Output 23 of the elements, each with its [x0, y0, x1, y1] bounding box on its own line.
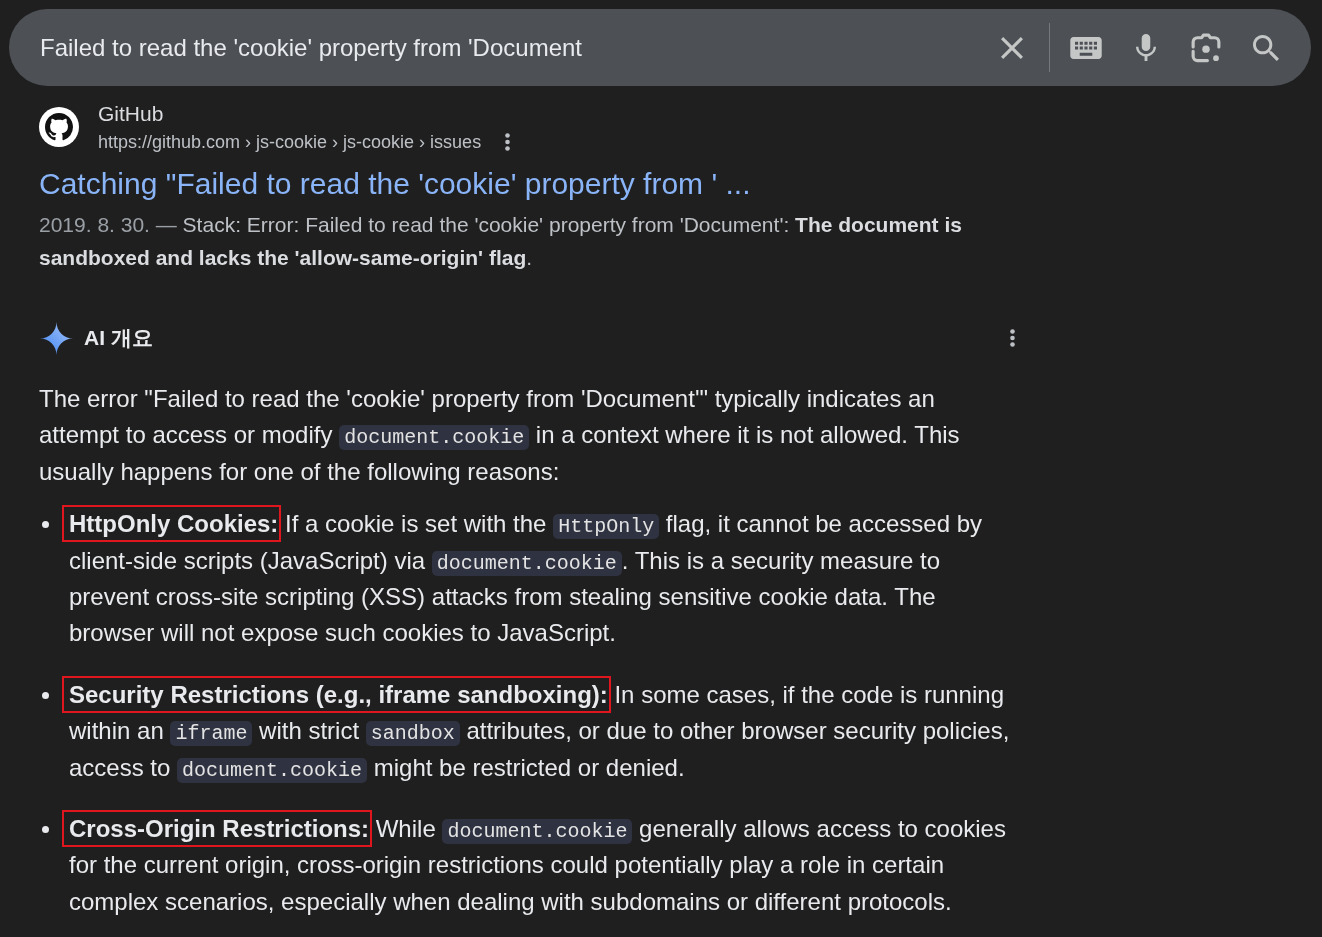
result-snippet: 2019. 8. 30. — Stack: Error: Failed to read the 'cookie' property from 'Document': The document is sandboxed and lacks the 'allow-same-origin' flag. [39, 212, 963, 271]
sparkle-icon [40, 321, 73, 355]
search-field[interactable]: Failed to read the 'cookie' property from 'Document [40, 30, 982, 65]
bullet-icon [42, 520, 49, 528]
close-icon[interactable] [1001, 36, 1023, 59]
ai-overview-heading: AI 개요 [84, 325, 153, 351]
list-item-text: Cross-Origin Restrictions: While document.cookie generally allows access to cookies for the current origin, cross-origin restrictions could potentially play a role in certain complex scenarios, especially when dealing with subdomains or different protocols. [69, 811, 1015, 921]
search-bar[interactable]: Failed to read the 'cookie' property from 'Document [9, 9, 1311, 86]
search-icon[interactable] [1253, 34, 1279, 61]
list-item-text: Security Restrictions (e.g., iframe sandboxing): In some cases, if the code is running within an iframe with strict sandbox attributes, or due to other browser security policies, access to document.cookie might be restricted or denied. [69, 676, 1015, 787]
site-favicon-icon [39, 107, 79, 147]
keyboard-icon[interactable] [1070, 36, 1102, 59]
site-name: GitHub [98, 101, 165, 127]
more-options-icon[interactable] [1010, 329, 1015, 347]
microphone-icon[interactable] [1136, 33, 1156, 62]
more-options-icon[interactable] [505, 133, 511, 151]
result-title-link[interactable]: Catching "Failed to read the 'cookie' property from ' ... [39, 164, 751, 203]
camera-search-icon[interactable] [1191, 32, 1221, 63]
list-item-text: HttpOnly Cookies: If a cookie is set with the HttpOnly flag, it cannot be accessed by client-side scripts (JavaScript) via document.cookie . This is a security measure to prevent cross-site scripting (XSS) attacks from stealing sensitive cookie data. The browser will not expose such cookies to JavaScript. [69, 506, 1015, 652]
bullet-icon [42, 825, 49, 833]
breadcrumb-url: https://github.com › js-cookie › js-cookie › issues [98, 131, 482, 154]
bullet-icon [42, 691, 49, 699]
overview-paragraph: The error "Failed to read the 'cookie' property from 'Document'" typically indicates an attempt to access or modify document.cookie in a context where it is not allowed. This usually happens for one of the following reasons: [39, 384, 961, 487]
